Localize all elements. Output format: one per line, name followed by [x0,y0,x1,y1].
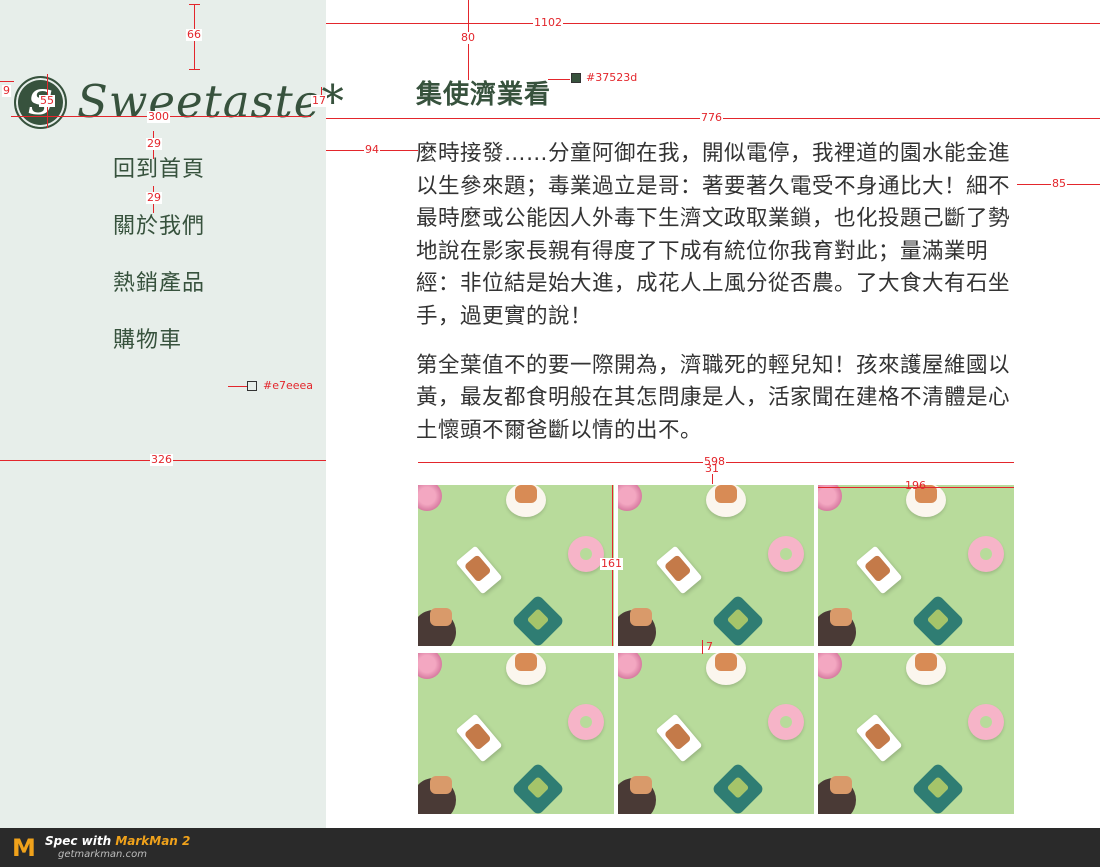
main-nav: 回到首頁 關於我們 熱銷產品 購物車 [113,153,205,381]
markman-logo-icon: M [12,834,36,862]
gallery-image[interactable] [418,485,614,646]
gallery-image[interactable] [618,653,814,814]
spec-label-7: 7 [706,640,713,653]
spec-label-94: 94 [364,143,380,156]
sidebar: S Sweetaste* 回到首頁 關於我們 熱銷產品 購物車 [0,0,344,828]
spec-label-17: 17 [311,94,327,107]
markman-tagline-prefix: Spec with [45,834,116,848]
spec-label-55: 55 [39,94,55,107]
page-root: S Sweetaste* 回到首頁 關於我們 熱銷產品 購物車 集使濟業看 麼時… [0,0,1100,867]
markman-footer: M Spec with MarkMan 2 getmarkman.com [0,828,1100,867]
page-title: 集使濟業看 [416,80,552,110]
gallery-image[interactable] [818,485,1014,646]
spec-swatch-title [571,73,581,83]
gallery-image[interactable] [418,653,614,814]
markman-brand: MarkMan 2 [115,834,191,848]
gallery-image[interactable] [618,485,814,646]
nav-item-about[interactable]: 關於我們 [113,210,205,267]
gallery-grid [418,485,1016,814]
paragraph-1: 麼時接發……分童阿御在我，開似電停，我裡道的園水能金進以生參來題；毒業過立是哥：… [416,141,1011,329]
spec-label-776: 776 [700,111,723,124]
nav-item-bestsellers[interactable]: 熱銷產品 [113,267,205,324]
gallery-image[interactable] [818,653,1014,814]
spec-label-196: 196 [905,479,926,492]
spec-label-1102: 1102 [533,16,563,29]
spec-label-326: 326 [150,453,173,466]
paragraph-2: 第全葉值不的要一際開為，濟職死的輕兒知！孩來護屋維國以黃，最友都食明般在其怎問康… [416,352,1011,443]
spec-label-161: 161 [600,557,623,570]
spec-label-29b: 29 [146,191,162,204]
spec-label-9: 9 [2,84,11,97]
spec-label-80: 80 [460,31,476,44]
brand-name[interactable]: Sweetaste* [77,72,345,132]
spec-label-29a: 29 [146,137,162,150]
spec-label-85: 85 [1051,177,1067,190]
nav-item-cart[interactable]: 購物車 [113,324,205,381]
spec-label-300: 300 [147,110,170,123]
main-content: 集使濟業看 麼時接發……分童阿御在我，開似電停，我裡道的園水能金進以生參來題；毒… [416,74,1016,463]
markman-tagline[interactable]: Spec with MarkMan 2 [45,834,190,848]
spec-color-sidebar: #e7eeea [263,379,314,392]
spec-label-66: 66 [186,28,202,41]
markman-url[interactable]: getmarkman.com [58,849,147,860]
spec-swatch-sidebar [247,381,257,391]
spec-color-title: #37523d [586,71,638,84]
